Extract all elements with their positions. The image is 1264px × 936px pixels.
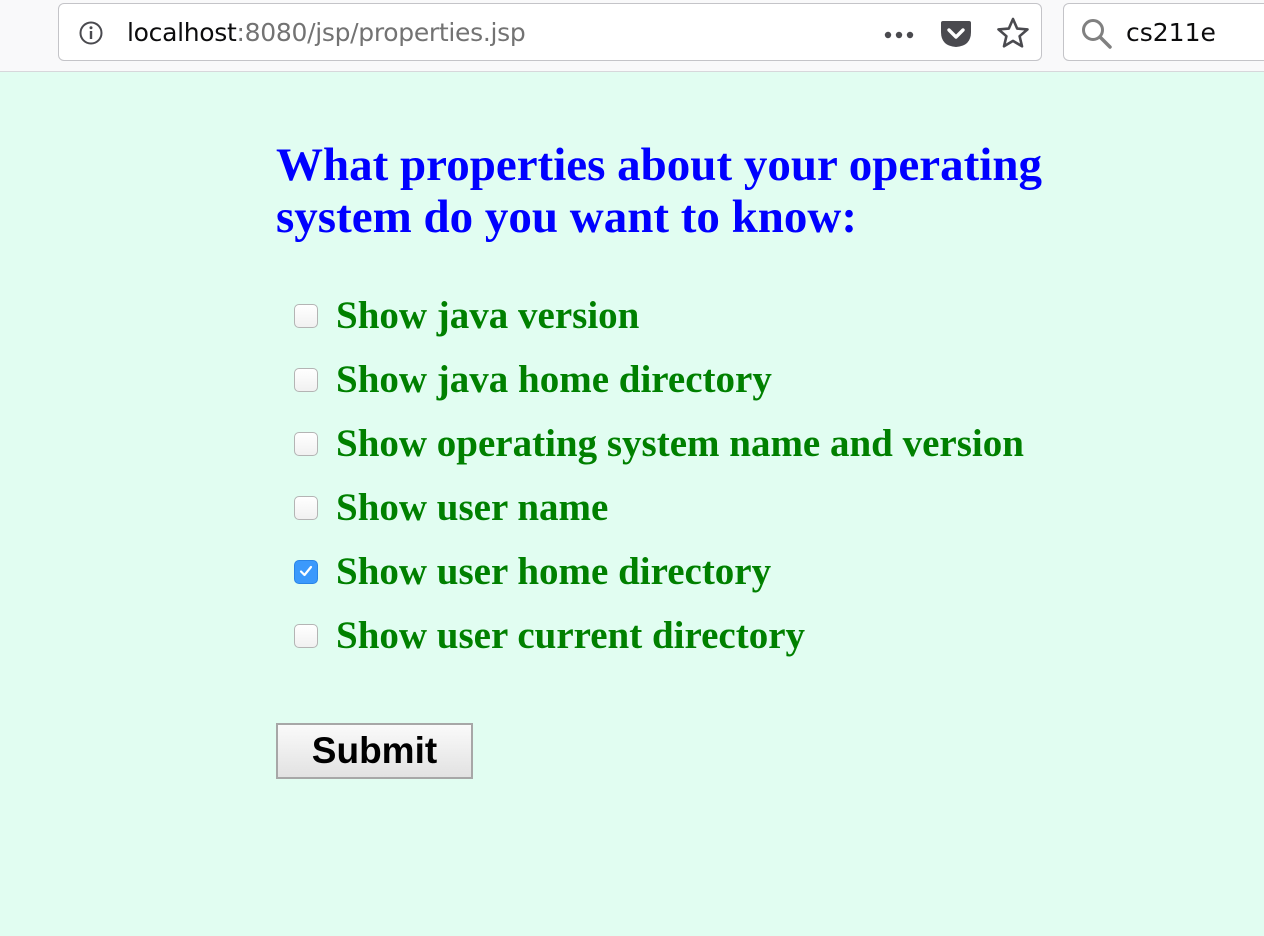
checkbox-user-name[interactable] bbox=[294, 496, 318, 520]
option-java-version[interactable]: Show java version bbox=[294, 296, 639, 336]
url-text[interactable]: localhost:8080/jsp/properties.jsp bbox=[127, 16, 526, 50]
option-label[interactable]: Show java version bbox=[336, 296, 639, 336]
star-icon[interactable] bbox=[996, 16, 1030, 50]
page-content: What properties about your operating sys… bbox=[0, 73, 1264, 936]
option-label[interactable]: Show java home directory bbox=[336, 360, 772, 400]
option-label[interactable]: Show user home directory bbox=[336, 552, 771, 592]
browser-toolbar: localhost:8080/jsp/properties.jsp bbox=[0, 0, 1264, 72]
checkbox-user-current-dir[interactable] bbox=[294, 624, 318, 648]
search-icon bbox=[1082, 19, 1112, 49]
submit-button[interactable]: Submit bbox=[276, 723, 473, 779]
option-os-name-version[interactable]: Show operating system name and version bbox=[294, 424, 1024, 464]
option-user-current-dir[interactable]: Show user current directory bbox=[294, 616, 805, 656]
option-java-home[interactable]: Show java home directory bbox=[294, 360, 772, 400]
search-bar[interactable] bbox=[1063, 3, 1264, 61]
checkbox-java-version[interactable] bbox=[294, 304, 318, 328]
option-user-home[interactable]: Show user home directory bbox=[294, 552, 771, 592]
option-label[interactable]: Show user name bbox=[336, 488, 608, 528]
url-bar[interactable]: localhost:8080/jsp/properties.jsp bbox=[58, 3, 1042, 61]
option-label[interactable]: Show operating system name and version bbox=[336, 424, 1024, 464]
option-user-name[interactable]: Show user name bbox=[294, 488, 608, 528]
url-host: localhost bbox=[127, 18, 237, 47]
info-icon[interactable] bbox=[79, 21, 103, 45]
option-label[interactable]: Show user current directory bbox=[336, 616, 805, 656]
pocket-icon[interactable] bbox=[939, 18, 973, 50]
checkmark-icon bbox=[299, 565, 313, 577]
search-input[interactable] bbox=[1126, 12, 1264, 52]
url-path: :8080/jsp/properties.jsp bbox=[236, 18, 526, 47]
page-heading: What properties about your operating sys… bbox=[276, 139, 1042, 243]
checkbox-java-home[interactable] bbox=[294, 368, 318, 392]
checkbox-os-name-version[interactable] bbox=[294, 432, 318, 456]
more-icon[interactable] bbox=[883, 30, 919, 40]
checkbox-user-home[interactable] bbox=[294, 560, 318, 584]
